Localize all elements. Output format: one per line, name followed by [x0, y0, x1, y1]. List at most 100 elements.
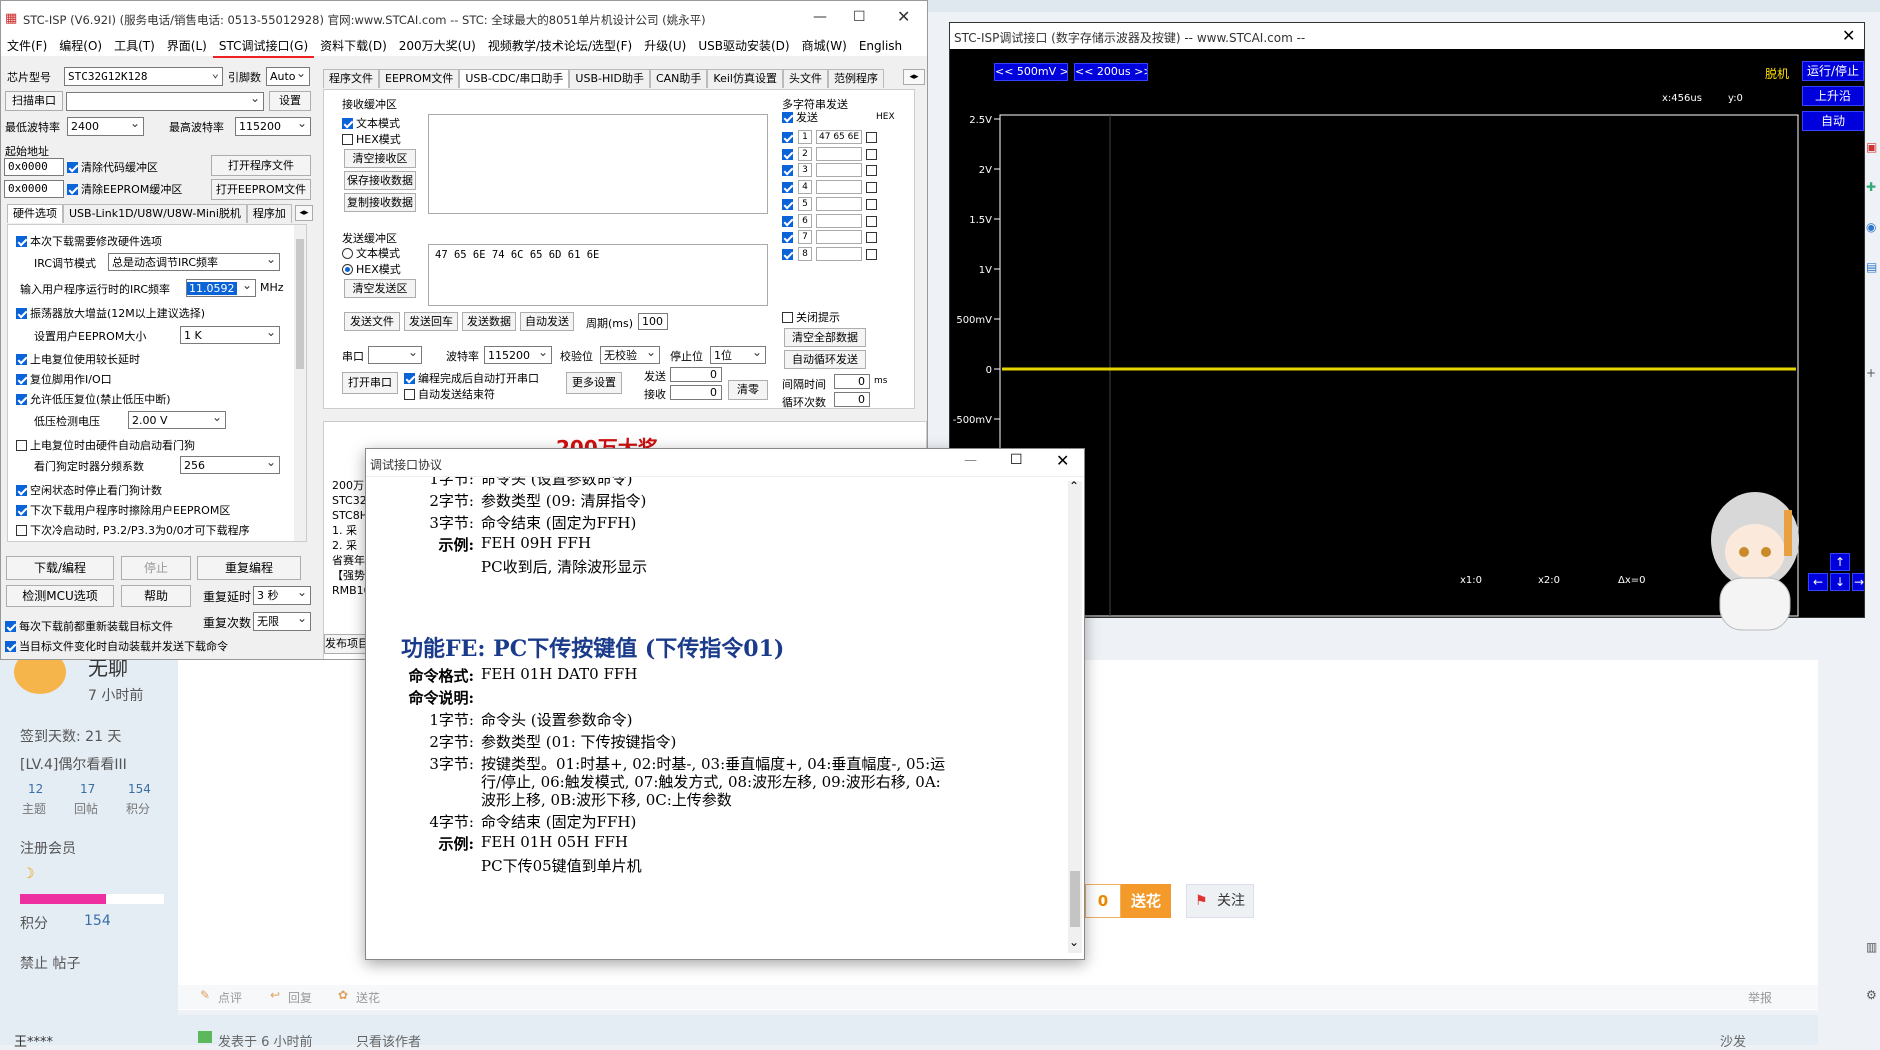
wdt-select[interactable]: 256: [180, 456, 280, 474]
lv-select[interactable]: 2.00 V: [128, 411, 226, 429]
arrow-right-button[interactable]: →: [1852, 573, 1864, 591]
auto-open-checkbox[interactable]: [404, 373, 415, 384]
low-voltage-checkbox[interactable]: [16, 394, 27, 405]
eeprom-addr-input[interactable]: 0x0000: [4, 180, 64, 198]
arrow-up-button[interactable]: ↑: [1830, 553, 1850, 571]
tab-usb-hid[interactable]: USB-HID助手: [569, 69, 650, 88]
erase-eeprom-checkbox[interactable]: [16, 505, 27, 516]
tab-examples[interactable]: 范例程序: [827, 69, 884, 88]
main-tab-scroll-arrows[interactable]: ◂▸: [903, 69, 925, 85]
scroll-thumb[interactable]: [1070, 871, 1080, 927]
tab-keil[interactable]: Keil仿真设置: [707, 69, 783, 88]
reload-checkbox[interactable]: [5, 621, 16, 632]
scroll-down-icon[interactable]: ⌄: [1069, 935, 1079, 949]
recv-hex-mode[interactable]: HEX模式: [342, 131, 401, 147]
multi-row-send-checkbox[interactable]: [782, 215, 793, 227]
maximize-icon[interactable]: ☐: [853, 9, 866, 25]
multi-row-send-checkbox[interactable]: [782, 232, 793, 244]
multi-row-input[interactable]: [816, 163, 862, 178]
auto-close-checkbox[interactable]: [404, 389, 415, 400]
eeprom-size-select[interactable]: 1 K: [180, 326, 280, 344]
send-enter-button[interactable]: 发送回车: [404, 312, 458, 331]
auto-open-option[interactable]: 编程完成后自动打开串口: [404, 370, 539, 386]
recv-textarea[interactable]: [428, 114, 768, 214]
multi-row-input[interactable]: [816, 213, 862, 228]
modify-hw-checkbox[interactable]: [16, 236, 27, 247]
reply-link[interactable]: 回复: [288, 989, 312, 1006]
send-data-button[interactable]: 发送数据: [462, 312, 516, 331]
multi-row-hex-checkbox[interactable]: [866, 165, 877, 177]
long-delay-checkbox[interactable]: [16, 354, 27, 365]
arrow-left-button[interactable]: ←: [1808, 573, 1828, 591]
clear-recv-button[interactable]: 清空接收区: [344, 149, 416, 168]
stat-replies-count[interactable]: 17: [80, 782, 95, 796]
scope-close-icon[interactable]: ✕: [1842, 26, 1855, 45]
gear-icon[interactable]: ⚙: [1866, 988, 1877, 1002]
menu-download[interactable]: 资料下载(D): [314, 36, 393, 56]
irc-freq-select[interactable]: 11.0592: [186, 279, 256, 297]
follow-button[interactable]: ⚑ 关注: [1186, 884, 1254, 918]
tab-program-encrypt[interactable]: 程序加: [246, 204, 292, 223]
multi-row-send-checkbox[interactable]: [782, 148, 793, 160]
reload-option[interactable]: 每次下载前都重新装载目标文件: [5, 618, 173, 634]
clear-eeprom-option[interactable]: 清除EEPROM缓冲区: [67, 181, 182, 197]
tab-header[interactable]: 头文件: [782, 69, 828, 88]
dialog-close-icon[interactable]: ✕: [1056, 451, 1069, 470]
tab-eeprom-file[interactable]: EEPROM文件: [379, 69, 460, 88]
member-group[interactable]: 注册会员: [20, 838, 76, 858]
irc-mode-select[interactable]: 总是动态调节IRC频率: [108, 253, 280, 271]
multi-send-all-checkbox[interactable]: [782, 112, 793, 123]
multi-row-hex-checkbox[interactable]: [866, 182, 877, 194]
open-eeprom-button[interactable]: 打开EEPROM文件: [211, 179, 311, 200]
stat-points-count[interactable]: 154: [128, 782, 151, 796]
dialog-maximize-icon[interactable]: ☐: [1010, 452, 1023, 468]
dialog-scrollbar[interactable]: ⌃ ⌄: [1068, 479, 1082, 953]
max-baud-select[interactable]: 115200: [235, 117, 311, 136]
send-text-mode[interactable]: 文本模式: [342, 245, 400, 261]
menu-shop[interactable]: 商城(W): [796, 36, 853, 56]
multi-row-input[interactable]: [816, 230, 862, 245]
tab-hardware-options[interactable]: 硬件选项: [7, 204, 63, 223]
baud-select[interactable]: 115200: [484, 346, 552, 364]
clear-eeprom-checkbox[interactable]: [67, 184, 78, 195]
reset-io-checkbox[interactable]: [16, 374, 27, 385]
multi-row-input[interactable]: [816, 146, 862, 161]
menu-interface[interactable]: 界面(L): [161, 36, 213, 56]
chip-select[interactable]: STC32G12K128: [64, 67, 223, 86]
auto-loop-button[interactable]: 自动循环发送: [784, 350, 866, 369]
save-recv-button[interactable]: 保存接收数据: [344, 171, 416, 190]
tab-scroll-arrows[interactable]: ◂▸: [295, 205, 313, 221]
scan-port-button[interactable]: 扫描串口: [5, 91, 63, 111]
flower-link[interactable]: 送花: [356, 989, 380, 1006]
more-settings-button[interactable]: 更多设置: [566, 372, 622, 394]
multi-row-hex-checkbox[interactable]: [866, 198, 877, 210]
settings-button[interactable]: 设置: [269, 91, 311, 111]
report-link[interactable]: 举报: [1748, 989, 1772, 1006]
clear-send-button[interactable]: 清空发送区: [344, 279, 416, 298]
detect-mcu-button[interactable]: 检测MCU选项: [6, 585, 114, 607]
next-post-user[interactable]: 王****: [14, 1031, 53, 1050]
dialog-minimize-icon[interactable]: —: [964, 453, 977, 468]
multi-row-send-checkbox[interactable]: [782, 248, 793, 260]
menu-upgrade[interactable]: 升级(U): [638, 36, 692, 56]
menu-file[interactable]: 文件(F): [1, 36, 53, 56]
start-addr-input[interactable]: 0x0000: [4, 158, 64, 176]
recv-hex-checkbox[interactable]: [342, 134, 353, 145]
multi-row-hex-checkbox[interactable]: [866, 215, 877, 227]
send-hex-radio[interactable]: [342, 264, 353, 275]
menu-video[interactable]: 视频教学/技术论坛/选型(F): [482, 36, 638, 56]
hw-option-erase-eeprom[interactable]: 下次下载用户程序时擦除用户EEPROM区: [16, 502, 230, 518]
retry-delay-select[interactable]: 3 秒: [253, 586, 311, 605]
multi-row-hex-checkbox[interactable]: [866, 248, 877, 260]
gain-checkbox[interactable]: [16, 308, 27, 319]
tab-can[interactable]: CAN助手: [649, 69, 708, 88]
auto-load-option[interactable]: 当目标文件变化时自动装载并发送下载命令: [5, 638, 228, 654]
multi-row-send-checkbox[interactable]: [782, 132, 793, 143]
multi-row-input[interactable]: 47 65 6E: [816, 130, 862, 144]
recv-text-mode[interactable]: 文本模式: [342, 115, 400, 131]
close-hint-option[interactable]: 关闭提示: [782, 309, 840, 325]
multi-row-send-checkbox[interactable]: [782, 182, 793, 194]
close-hint-checkbox[interactable]: [782, 312, 793, 323]
open-port-button[interactable]: 打开串口: [342, 372, 398, 394]
open-program-button[interactable]: 打开程序文件: [211, 155, 311, 176]
